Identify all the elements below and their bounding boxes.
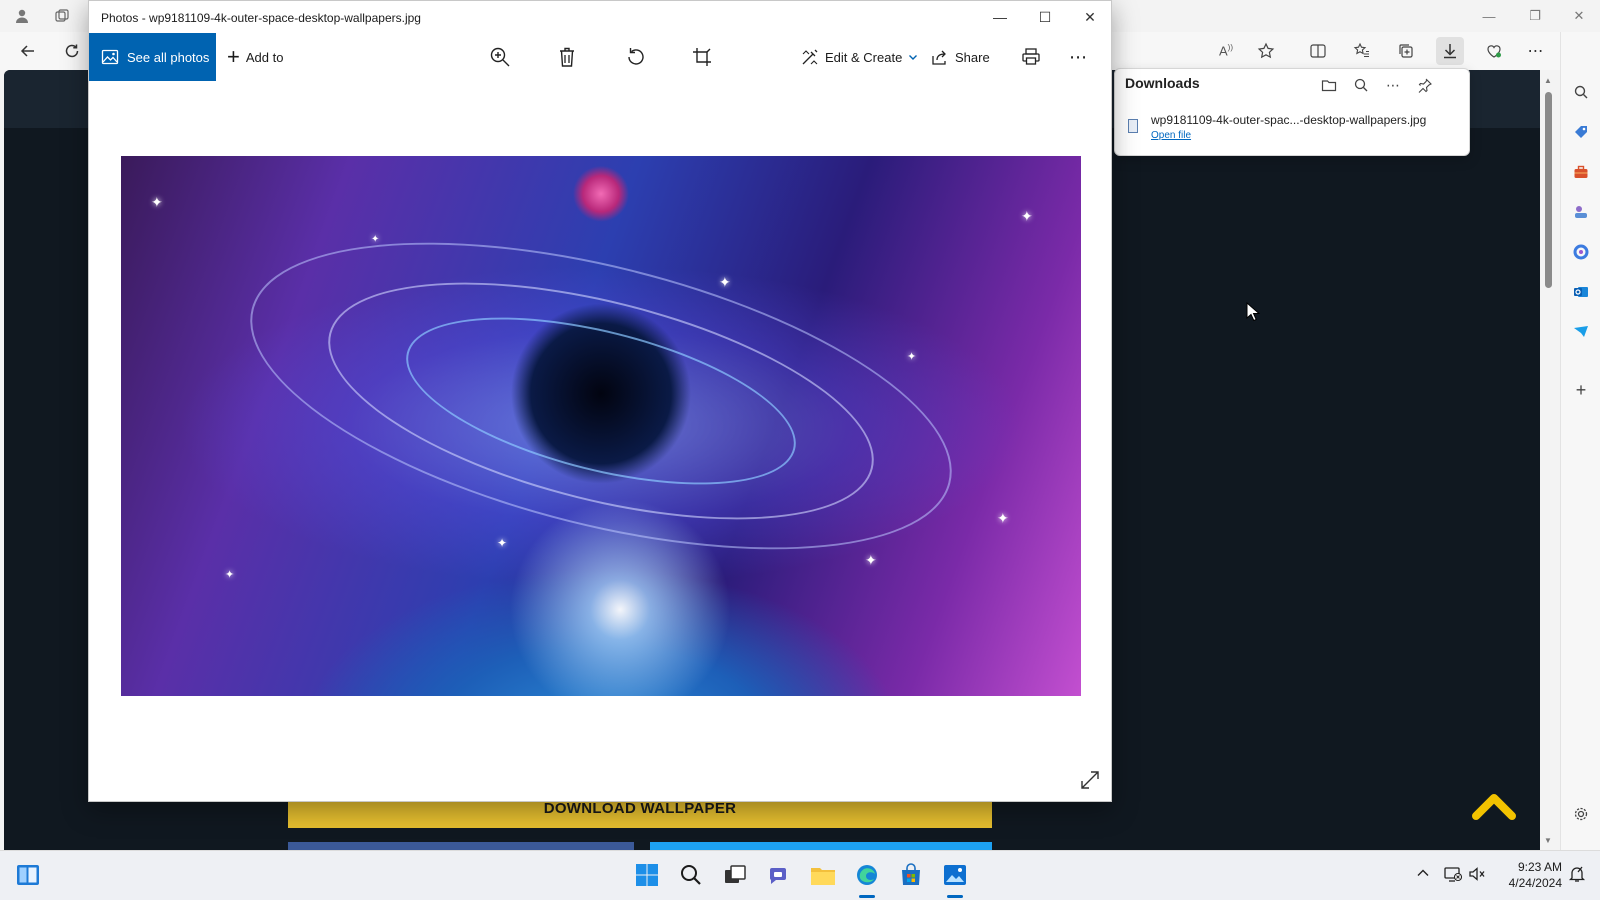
network-icon[interactable] — [1444, 866, 1463, 885]
share-icon — [932, 50, 946, 65]
edit-create-icon — [802, 49, 818, 65]
edge-sidebar: + — [1560, 32, 1600, 850]
photos-minimize-button[interactable]: — — [977, 1, 1023, 33]
add-to-button[interactable]: + Add to — [227, 43, 283, 71]
system-clock[interactable]: 9:23 AM 4/24/2024 — [1500, 859, 1562, 891]
edit-create-button[interactable]: Edit & Create — [801, 43, 918, 71]
mouse-cursor-icon — [1246, 302, 1260, 322]
page-scrollbar[interactable]: ▲ ▼ — [1540, 70, 1560, 850]
sidebar-shopping-icon[interactable] — [1569, 120, 1593, 144]
windows-taskbar: 9:23 AM 4/24/2024 — [0, 850, 1600, 900]
settings-more-icon[interactable]: ⋯ — [1522, 37, 1550, 65]
photos-gallery-icon — [101, 49, 119, 65]
browser-essentials-icon[interactable] — [1480, 37, 1508, 65]
read-aloud-icon[interactable]: A)) — [1212, 37, 1240, 65]
plus-icon: + — [227, 44, 240, 69]
scroll-up-arrow-icon[interactable]: ▲ — [1544, 76, 1552, 85]
task-view-icon[interactable] — [722, 862, 748, 888]
sidebar-add-icon[interactable]: + — [1569, 378, 1593, 402]
chevron-down-icon — [909, 55, 918, 60]
share-label: Share — [955, 49, 990, 65]
image-file-icon — [1128, 119, 1138, 133]
star-icon: ✦ — [497, 536, 508, 550]
back-icon[interactable] — [14, 37, 42, 65]
star-icon: ✦ — [151, 194, 163, 210]
crop-icon[interactable] — [691, 43, 713, 71]
delete-trash-icon[interactable] — [557, 43, 577, 71]
photos-app-window: Photos - wp9181109-4k-outer-space-deskto… — [88, 0, 1112, 802]
start-windows-icon[interactable] — [634, 862, 660, 888]
file-explorer-icon[interactable] — [810, 862, 836, 888]
sidebar-tools-icon[interactable] — [1569, 160, 1593, 184]
add-to-label: Add to — [245, 49, 284, 65]
photos-maximize-button[interactable]: ☐ — [1022, 1, 1068, 33]
print-icon[interactable] — [1021, 43, 1041, 71]
clock-time: 9:23 AM — [1517, 860, 1562, 874]
open-file-link[interactable]: Open file — [1151, 130, 1191, 141]
star-icon: ✦ — [371, 234, 380, 245]
star-icon: ✦ — [907, 351, 917, 363]
photos-close-button[interactable]: ✕ — [1067, 1, 1113, 33]
scrollbar-thumb[interactable] — [1545, 92, 1552, 288]
favorites-icon[interactable] — [1348, 37, 1376, 65]
downloads-title: Downloads — [1125, 75, 1200, 91]
scroll-to-top-icon[interactable] — [1472, 790, 1516, 820]
downloads-icon[interactable] — [1436, 37, 1464, 65]
star-icon: ✦ — [225, 569, 235, 581]
volume-muted-icon[interactable] — [1468, 866, 1486, 885]
pin-downloads-icon[interactable] — [1413, 73, 1437, 97]
notifications-bell-icon[interactable] — [1568, 865, 1586, 886]
sidebar-microsoft365-icon[interactable] — [1569, 240, 1593, 264]
split-screen-icon[interactable] — [1304, 37, 1332, 65]
photos-app-icon[interactable] — [942, 862, 968, 888]
photos-more-options-icon[interactable]: ⋯ — [1069, 43, 1087, 71]
teams-chat-icon[interactable] — [766, 862, 792, 888]
space-wallpaper-image[interactable]: ✦ ✦ ✦ ✦ ✦ ✦ ✦ ✦ ✦ — [121, 156, 1081, 696]
browser-restore-button[interactable]: ❐ — [1512, 0, 1558, 32]
taskbar-search-icon[interactable] — [678, 862, 704, 888]
star-icon: ✦ — [1021, 208, 1033, 224]
open-downloads-folder-icon[interactable] — [1317, 73, 1341, 97]
browser-close-button[interactable]: ✕ — [1556, 0, 1600, 32]
edge-browser-icon[interactable] — [854, 862, 880, 888]
see-all-photos-label: See all photos — [127, 49, 210, 65]
sidebar-games-icon[interactable] — [1569, 200, 1593, 224]
workspaces-icon[interactable] — [52, 6, 72, 26]
expand-fullscreen-icon[interactable] — [1079, 769, 1101, 791]
sidebar-settings-gear-icon[interactable] — [1569, 802, 1593, 826]
downloads-panel: Downloads ⋯ wp9181109-4k-outer-spac...-d… — [1114, 68, 1470, 156]
show-hidden-icons-chevron-icon[interactable] — [1416, 866, 1430, 883]
microsoft-store-icon[interactable] — [898, 862, 924, 888]
share-facebook-bar[interactable] — [288, 842, 634, 850]
browser-minimize-button[interactable]: — — [1466, 0, 1512, 32]
photos-active-indicator — [947, 895, 963, 898]
scroll-down-arrow-icon[interactable]: ▼ — [1544, 836, 1552, 845]
share-twitter-bar[interactable] — [650, 842, 992, 850]
sidebar-search-icon[interactable] — [1569, 80, 1593, 104]
collections-icon[interactable] — [1392, 37, 1420, 65]
star-icon: ✦ — [865, 552, 877, 568]
widgets-icon[interactable] — [15, 862, 41, 888]
see-all-photos-button[interactable]: See all photos — [89, 33, 216, 81]
sidebar-drop-icon[interactable] — [1569, 320, 1593, 344]
profile-icon[interactable] — [12, 6, 32, 26]
star-icon: ✦ — [719, 274, 731, 290]
search-downloads-icon[interactable] — [1349, 73, 1373, 97]
sidebar-outlook-icon[interactable] — [1569, 280, 1593, 304]
zoom-in-icon[interactable] — [489, 43, 511, 71]
photos-window-title: Photos - wp9181109-4k-outer-space-deskto… — [101, 11, 421, 25]
refresh-icon[interactable] — [58, 37, 86, 65]
edit-create-label: Edit & Create — [825, 49, 903, 65]
rotate-icon[interactable] — [625, 43, 647, 71]
share-button[interactable]: Share — [931, 43, 990, 71]
edge-active-indicator — [859, 895, 875, 898]
photos-toolbar: See all photos + Add to Edit & Create Sh… — [89, 33, 1111, 81]
downloads-more-options-icon[interactable]: ⋯ — [1381, 73, 1405, 97]
favorite-star-icon[interactable] — [1252, 37, 1280, 65]
clock-date: 4/24/2024 — [1508, 876, 1562, 890]
downloaded-file-name[interactable]: wp9181109-4k-outer-spac...-desktop-wallp… — [1151, 113, 1426, 127]
star-icon: ✦ — [997, 510, 1009, 526]
